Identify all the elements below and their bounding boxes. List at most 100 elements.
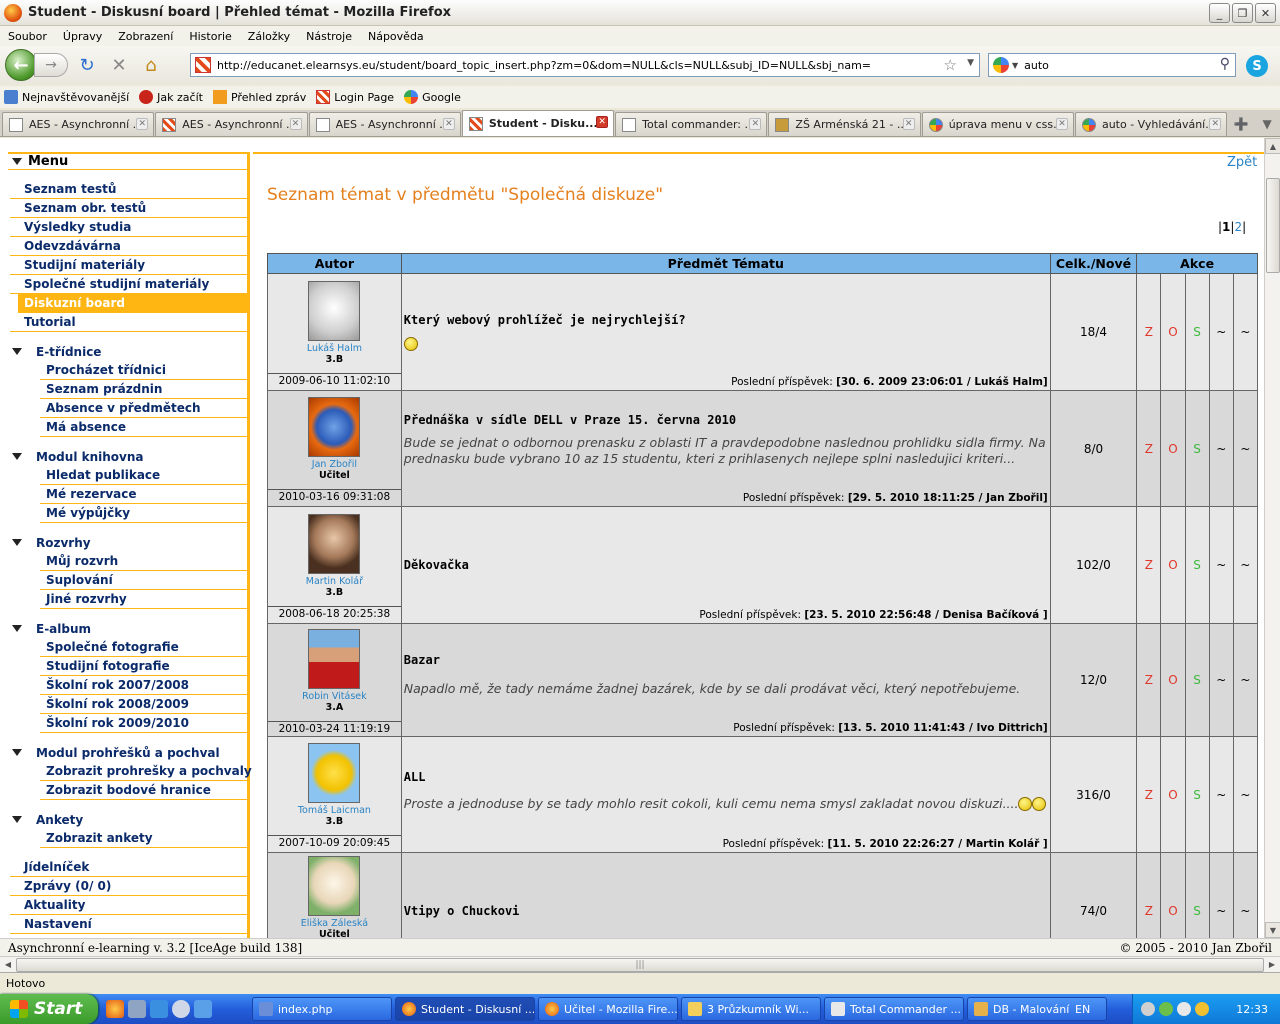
close-tab-icon[interactable]: ✕: [596, 116, 609, 128]
tab-list-icon[interactable]: ▼: [1254, 112, 1280, 136]
horizontal-scroll-thumb[interactable]: |||: [16, 957, 1264, 972]
sidebar-item-rok-2009-2010[interactable]: Školní rok 2009/2010: [40, 714, 247, 733]
action-s-button[interactable]: S: [1184, 506, 1210, 624]
action-tilde-1-button[interactable]: ~: [1208, 390, 1234, 507]
sidebar-group-prohresky[interactable]: Modul prohřešků a pochval: [8, 743, 247, 762]
firefox-quicklaunch-icon[interactable]: [106, 1000, 124, 1018]
sidebar-item-hledat-publikace[interactable]: Hledat publikace: [40, 466, 247, 485]
action-tilde-2-button[interactable]: ~: [1232, 273, 1259, 391]
menu-napoveda[interactable]: Nápověda: [360, 30, 432, 43]
action-z-button[interactable]: Z: [1136, 390, 1162, 507]
sidebar-item-studijni-fotografie[interactable]: Studijní fotografie: [40, 657, 247, 676]
minimize-button[interactable]: _: [1209, 3, 1230, 23]
google-engine-icon[interactable]: [993, 57, 1009, 73]
action-z-button[interactable]: Z: [1136, 852, 1162, 938]
sidebar-item-seznam-prazdnin[interactable]: Seznam prázdnin: [40, 380, 247, 399]
author-name[interactable]: Jan Zbořil: [268, 459, 401, 470]
action-s-button[interactable]: S: [1184, 623, 1210, 737]
action-s-button[interactable]: S: [1184, 852, 1210, 938]
sidebar-item-ma-absence[interactable]: Má absence: [40, 418, 247, 437]
action-s-button[interactable]: S: [1184, 390, 1210, 507]
sidebar-group-modul-knihovna[interactable]: Modul knihovna: [8, 447, 247, 466]
action-tilde-1-button[interactable]: ~: [1208, 623, 1234, 737]
tab-total-commander[interactable]: Total commander: ... ✕: [615, 112, 768, 136]
bookmark-login-page[interactable]: Login Page: [316, 90, 394, 104]
menu-nastroje[interactable]: Nástroje: [298, 30, 360, 43]
action-tilde-1-button[interactable]: ~: [1208, 736, 1234, 853]
sidebar-item-muj-rozvrh[interactable]: Můj rozvrh: [40, 552, 247, 571]
close-tab-icon[interactable]: ✕: [902, 118, 915, 130]
sidebar-group-ankety[interactable]: Ankety: [8, 810, 247, 829]
close-tab-icon[interactable]: ✕: [1209, 118, 1222, 130]
tray-network-icon[interactable]: [1159, 1002, 1173, 1016]
sidebar-item-rok-2008-2009[interactable]: Školní rok 2008/2009: [40, 695, 247, 714]
action-o-button[interactable]: O: [1160, 623, 1186, 737]
sidebar-item-odevzdavarna[interactable]: Odevzdávárna: [10, 237, 247, 256]
topic-title[interactable]: Přednáška v sídle DELL v Praze 15. červn…: [404, 413, 1048, 427]
horizontal-scrollbar[interactable]: ◀ ||| ▶: [0, 956, 1280, 972]
sidebar-item-seznam-testu[interactable]: Seznam testů: [10, 180, 247, 199]
task-total-commander[interactable]: Total Commander ...: [824, 997, 964, 1021]
sidebar-item-bodove-hranice[interactable]: Zobrazit bodové hranice: [40, 781, 247, 800]
maximize-button[interactable]: ❐: [1232, 3, 1253, 23]
home-icon[interactable]: ⌂: [138, 52, 164, 78]
action-tilde-2-button[interactable]: ~: [1232, 736, 1259, 853]
url-bar[interactable]: http://educanet.elearnsys.eu/student/boa…: [190, 53, 980, 77]
tray-security-icon[interactable]: [1195, 1002, 1209, 1016]
menu-upravy[interactable]: Úpravy: [55, 30, 110, 43]
close-tab-icon[interactable]: ✕: [136, 118, 149, 130]
outlook-quicklaunch-icon[interactable]: [194, 1000, 212, 1018]
menu-zobrazeni[interactable]: Zobrazení: [110, 30, 181, 43]
action-tilde-1-button[interactable]: ~: [1208, 852, 1234, 938]
close-tab-icon[interactable]: ✕: [1055, 118, 1068, 130]
author-name[interactable]: Martin Kolář: [268, 576, 401, 587]
stop-icon[interactable]: ✕: [106, 52, 132, 78]
sidebar-item-absence-v-predmetech[interactable]: Absence v předmětech: [40, 399, 247, 418]
media-player-quicklaunch-icon[interactable]: [172, 1000, 190, 1018]
tab-aes-2[interactable]: AES - Asynchronní ... ✕: [155, 112, 308, 136]
action-tilde-1-button[interactable]: ~: [1208, 506, 1234, 624]
bookmark-news[interactable]: Přehled zpráv: [212, 90, 306, 104]
close-tab-icon[interactable]: ✕: [442, 118, 455, 130]
action-o-button[interactable]: O: [1160, 852, 1186, 938]
sidebar-item-seznam-obr-testu[interactable]: Seznam obr. testů: [10, 199, 247, 218]
close-tab-icon[interactable]: ✕: [749, 118, 762, 130]
action-z-button[interactable]: Z: [1136, 273, 1162, 391]
scroll-thumb[interactable]: [1266, 178, 1280, 273]
scroll-left-icon[interactable]: ◀: [0, 957, 16, 972]
bookmark-google[interactable]: Google: [404, 90, 461, 104]
action-z-button[interactable]: Z: [1136, 623, 1162, 737]
action-s-button[interactable]: S: [1184, 273, 1210, 391]
bookmark-getting-started[interactable]: Jak začít: [139, 90, 203, 104]
action-tilde-2-button[interactable]: ~: [1232, 506, 1259, 624]
sidebar-item-vysledky-studia[interactable]: Výsledky studia: [10, 218, 247, 237]
action-tilde-1-button[interactable]: ~: [1208, 273, 1234, 391]
tab-auto-search[interactable]: auto - Vyhledávání... ✕: [1074, 112, 1228, 136]
topic-title[interactable]: Který webový prohlížeč je nejrychlejší?: [404, 313, 1048, 327]
author-name[interactable]: Tomáš Laicman: [268, 805, 401, 816]
action-o-button[interactable]: O: [1160, 390, 1186, 507]
task-explorer-group[interactable]: 3 Průzkumník Wi...: [681, 997, 821, 1021]
author-name[interactable]: Robin Vitásek: [268, 691, 401, 702]
tray-chevron-icon[interactable]: [1141, 1002, 1155, 1016]
action-o-button[interactable]: O: [1160, 273, 1186, 391]
sidebar-item-me-vypujcky[interactable]: Mé výpůjčky: [40, 504, 247, 523]
search-engine-dropdown-icon[interactable]: ▼: [1012, 61, 1018, 70]
skype-icon[interactable]: S: [1246, 55, 1268, 77]
sidebar-group-rozvrhy[interactable]: Rozvrhy: [8, 533, 247, 552]
tab-zs-armenska[interactable]: ZŠ Arménská 21 - ... ✕: [768, 112, 921, 136]
sidebar-item-studijni-materialy[interactable]: Studijní materiály: [10, 256, 247, 275]
close-window-button[interactable]: ✕: [1255, 3, 1276, 23]
author-name[interactable]: Eliška Záleská: [268, 918, 401, 929]
menu-historie[interactable]: Historie: [181, 30, 239, 43]
scroll-up-icon[interactable]: ▲: [1265, 138, 1280, 154]
menu-header[interactable]: Menu: [8, 152, 247, 170]
sidebar-item-suplovani[interactable]: Suplování: [40, 571, 247, 590]
author-name[interactable]: Lukáš Halm: [268, 343, 401, 354]
action-s-button[interactable]: S: [1184, 736, 1210, 853]
sidebar-group-e-album[interactable]: E-album: [8, 619, 247, 638]
sidebar-item-diskuzni-board[interactable]: Diskuzní board: [18, 294, 247, 313]
topic-title[interactable]: Vtipy o Chuckovi: [404, 904, 1048, 918]
topic-title[interactable]: ALL: [404, 770, 1048, 784]
task-student-firefox[interactable]: Student - Diskusní ...: [395, 997, 535, 1021]
